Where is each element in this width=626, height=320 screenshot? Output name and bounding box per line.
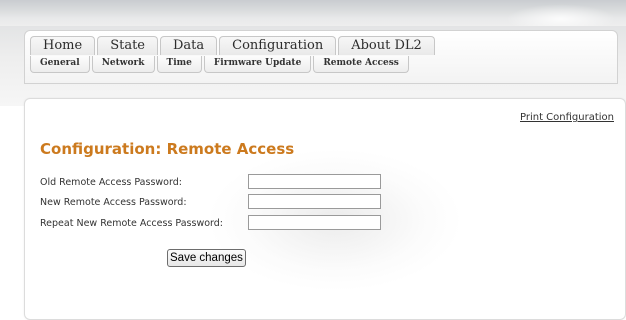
top-header-bar — [0, 0, 626, 34]
main-nav-tabs: Home State Data Configuration About DL2 — [30, 36, 437, 56]
tab-about[interactable]: About DL2 — [338, 36, 435, 55]
subtab-remote-access[interactable]: Remote Access — [313, 56, 409, 73]
repeat-password-label: Repeat New Remote Access Password: — [40, 218, 223, 229]
tab-configuration[interactable]: Configuration — [219, 36, 337, 55]
tab-data[interactable]: Data — [160, 36, 218, 55]
old-password-label: Old Remote Access Password: — [40, 177, 182, 188]
new-password-label: New Remote Access Password: — [40, 197, 187, 208]
page-title: Configuration: Remote Access — [40, 140, 295, 158]
save-changes-button[interactable]: Save changes — [167, 249, 246, 267]
sub-nav-tabs: General Network Time Firmware Update Rem… — [30, 56, 411, 74]
old-password-input[interactable] — [248, 174, 381, 189]
subtab-time[interactable]: Time — [156, 56, 202, 73]
subtab-network[interactable]: Network — [91, 56, 155, 73]
new-password-input[interactable] — [248, 194, 381, 209]
tab-home[interactable]: Home — [30, 36, 96, 55]
tab-state[interactable]: State — [97, 36, 158, 55]
subtab-firmware-update[interactable]: Firmware Update — [203, 56, 312, 73]
print-configuration-link[interactable]: Print Configuration — [520, 112, 614, 123]
subtab-general[interactable]: General — [30, 56, 90, 73]
repeat-password-input[interactable] — [248, 215, 381, 230]
